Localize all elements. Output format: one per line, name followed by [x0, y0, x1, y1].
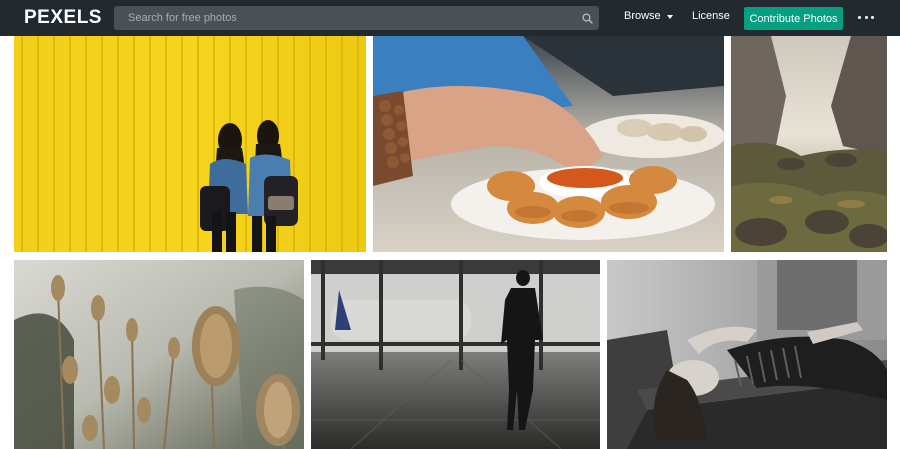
browse-label: Browse [624, 10, 661, 22]
photo-mountain-canyon[interactable] [731, 36, 887, 252]
search-bar [114, 6, 599, 30]
contribute-photos-button[interactable]: Contribute Photos [744, 7, 843, 30]
photo-yellow-wall-women[interactable] [14, 36, 366, 252]
more-dots-icon[interactable] [858, 14, 874, 20]
top-navigation-bar: PEXELS Browse License Contribute Photos [0, 0, 900, 36]
search-input[interactable] [114, 6, 575, 30]
license-link[interactable]: License [692, 10, 730, 22]
photo-airport-silhouette[interactable] [311, 260, 600, 449]
caret-down-icon [666, 14, 673, 19]
photo-teasel-plants[interactable] [14, 260, 304, 449]
dot [864, 15, 868, 19]
search-icon[interactable] [575, 6, 599, 30]
browse-menu[interactable]: Browse [624, 10, 673, 22]
pexels-logo[interactable]: PEXELS [24, 7, 102, 29]
photo-woman-lying-bench[interactable] [607, 260, 887, 449]
photo-dumplings[interactable] [373, 36, 724, 252]
dot [858, 15, 861, 19]
dot [871, 15, 874, 19]
